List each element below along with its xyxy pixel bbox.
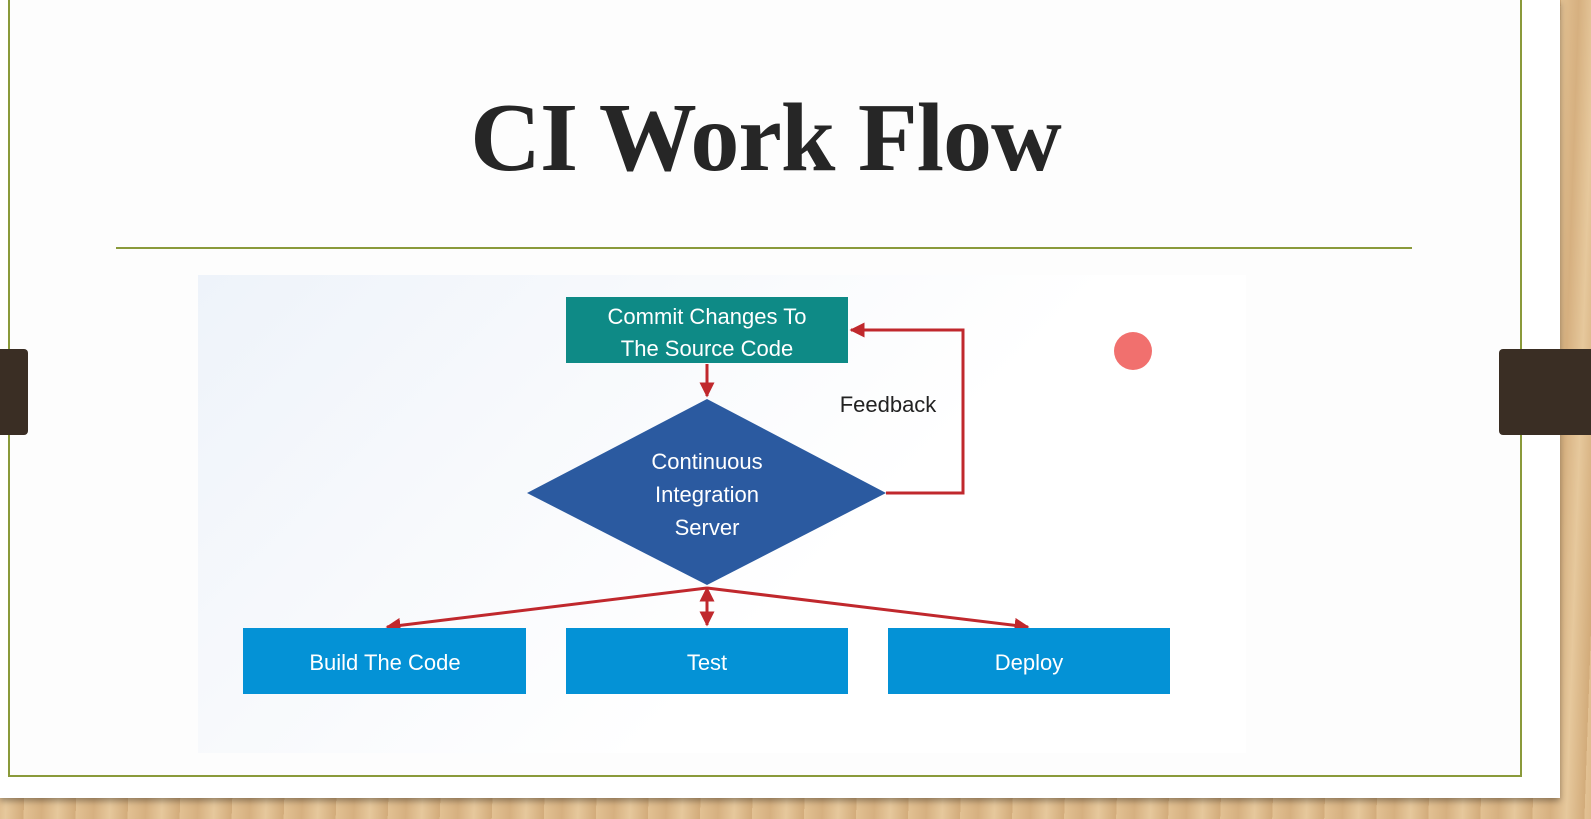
test-node: Test (566, 628, 848, 694)
pointer-dot (1114, 332, 1152, 370)
test-node-label: Test (687, 650, 727, 675)
ci-server-line-1: Continuous (651, 449, 762, 474)
deploy-node: Deploy (888, 628, 1170, 694)
feedback-label: Feedback (840, 392, 938, 417)
ci-server-line-2: Integration (655, 482, 759, 507)
ci-server-line-3: Server (675, 515, 740, 540)
build-node-label: Build The Code (309, 650, 460, 675)
commit-node-line-1: Commit Changes To (608, 304, 807, 329)
edge-server-to-deploy (706, 586, 1030, 633)
commit-node-line-2: The Source Code (621, 336, 793, 361)
deploy-node-label: Deploy (995, 650, 1063, 675)
commit-node: Commit Changes To The Source Code (566, 297, 848, 363)
build-node: Build The Code (243, 628, 526, 694)
ci-server-node: Continuous Integration Server (527, 399, 886, 585)
edge-server-to-build (385, 586, 708, 633)
ci-workflow-diagram: Commit Changes To The Source Code Contin… (243, 297, 1170, 694)
